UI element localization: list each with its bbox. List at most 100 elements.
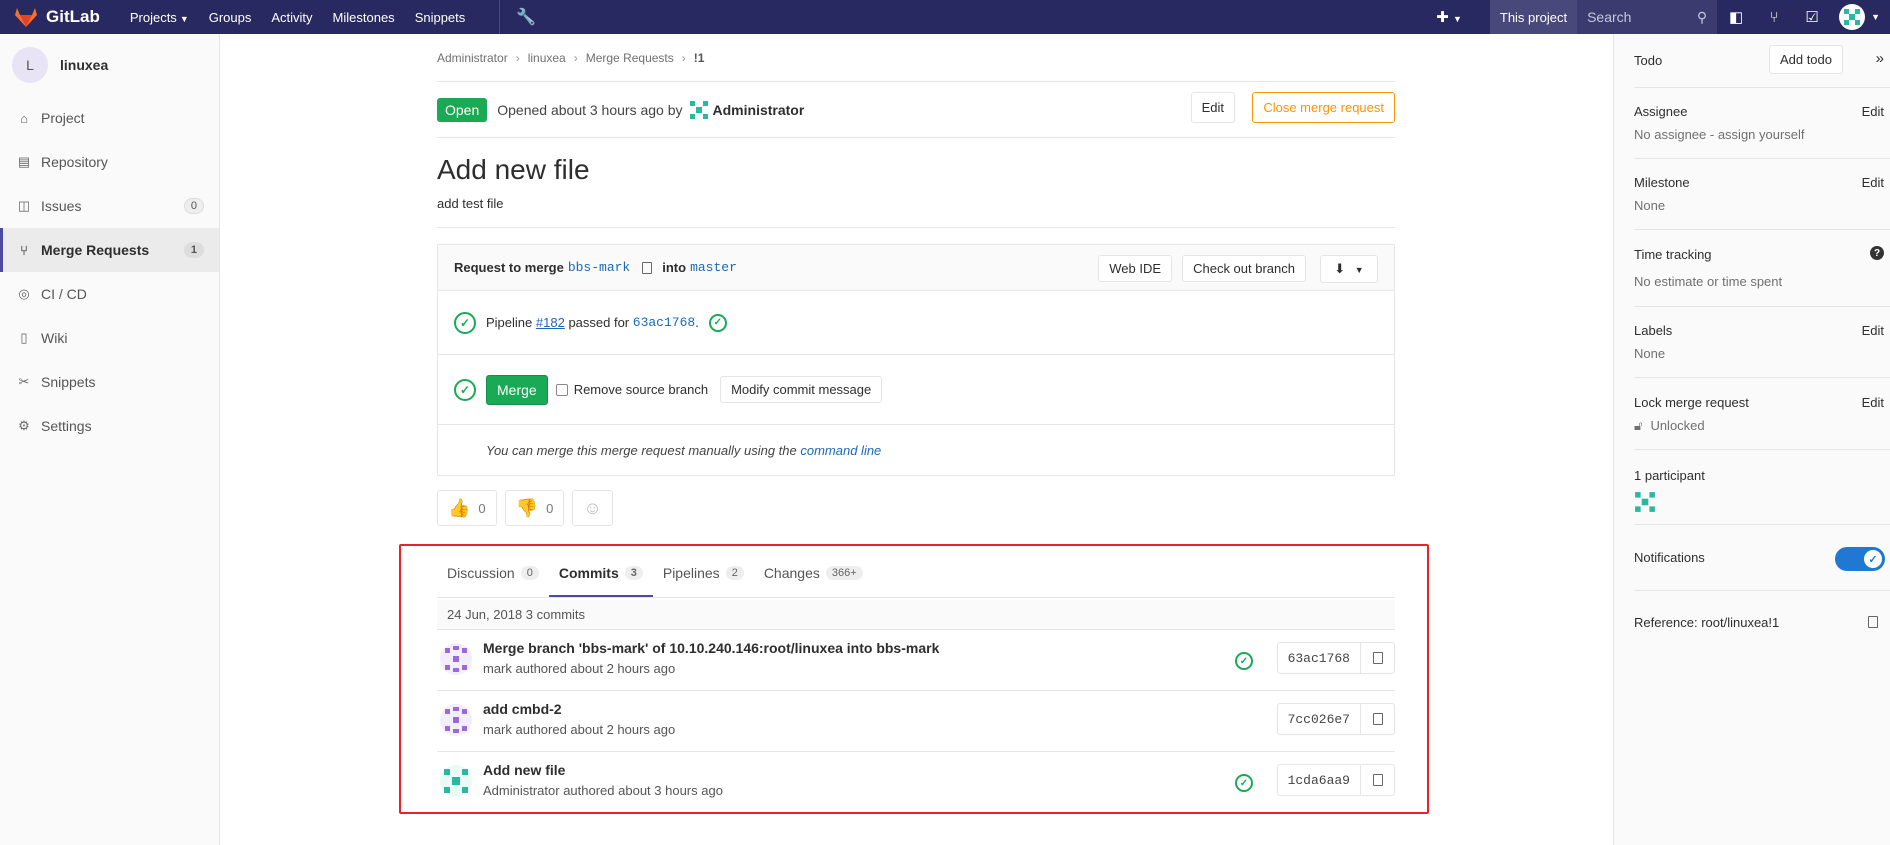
tab-commits[interactable]: Commits 3 [548, 565, 653, 597]
commit-author-avatar[interactable] [439, 764, 473, 798]
assignee-value[interactable]: No assignee - assign yourself [1634, 127, 1890, 142]
copy-icon[interactable] [642, 261, 653, 274]
target-branch[interactable]: master [690, 260, 737, 275]
nav-activity[interactable]: Activity [271, 10, 312, 25]
sidebar-item-issues[interactable]: ◫ Issues 0 [0, 184, 219, 228]
breadcrumb-item[interactable]: Merge Requests [586, 51, 674, 65]
checkout-branch-button[interactable]: Check out branch [1182, 255, 1306, 282]
source-branch[interactable]: bbs-mark [568, 260, 630, 275]
lock-edit-link[interactable]: Edit [1862, 395, 1884, 410]
tab-pipelines[interactable]: Pipelines 2 [653, 565, 754, 597]
merge-widget: Request to merge bbs-mark into master We… [437, 244, 1395, 476]
nav-projects[interactable]: Projects ▼ [130, 10, 189, 25]
pipeline-link[interactable]: #182 [536, 315, 565, 330]
nav-groups[interactable]: Groups [209, 10, 252, 25]
thumbs-up-button[interactable]: 👍 0 [437, 490, 497, 526]
admin-wrench-icon[interactable]: 🔧 [499, 0, 536, 34]
new-dropdown-button[interactable]: ✚ ▼ [1436, 8, 1462, 26]
todos-nav-icon[interactable]: ☑ [1793, 8, 1831, 26]
tab-changes[interactable]: Changes 366+ [754, 565, 873, 597]
merge-requests-nav-icon[interactable]: ⑂ [1755, 9, 1793, 26]
lock-open-icon: 🔓︎ [1634, 418, 1643, 433]
sidebar-item-settings[interactable]: ⚙ Settings [0, 404, 219, 448]
command-line-link[interactable]: command line [800, 443, 881, 458]
participant-avatar[interactable] [1634, 491, 1656, 513]
sidebar-item-repository[interactable]: ▤ Repository [0, 140, 219, 184]
sidebar-item-project[interactable]: ⌂ Project [0, 96, 219, 140]
edit-button[interactable]: Edit [1190, 92, 1235, 123]
project-avatar: L [12, 47, 48, 83]
commit-title[interactable]: Merge branch 'bbs-mark' of 10.10.240.146… [483, 640, 939, 656]
lock-label: Lock merge request [1634, 395, 1749, 410]
breadcrumb-item[interactable]: linuxea [528, 51, 566, 65]
sidebar-item-ci-cd[interactable]: ◎ CI / CD [0, 272, 219, 316]
hint-text: You can merge this merge request manuall… [486, 442, 797, 458]
copy-sha-button[interactable] [1360, 764, 1395, 796]
commit-title[interactable]: add cmbd-2 [483, 701, 562, 717]
commit-sha[interactable]: 7cc026e7 [1276, 703, 1361, 735]
search-scope[interactable]: This project [1489, 0, 1578, 34]
close-merge-request-button[interactable]: Close merge request [1252, 92, 1395, 123]
assignee-block: Assignee Edit No assignee - assign yours… [1634, 88, 1890, 159]
labels-value: None [1634, 346, 1666, 361]
author-avatar[interactable] [689, 100, 709, 120]
commit-pipeline-passed-icon[interactable]: ✓ [1235, 774, 1253, 792]
request-prefix: Request to merge [454, 260, 564, 275]
participants-block: 1 participant [1634, 450, 1890, 525]
copy-sha-button[interactable] [1360, 703, 1395, 735]
commit-author-avatar[interactable] [439, 703, 473, 737]
user-avatar[interactable] [1839, 4, 1866, 30]
commit-sha[interactable]: 63ac1768 [1276, 642, 1361, 674]
milestone-value: None [1634, 198, 1666, 213]
commit-row: Merge branch 'bbs-mark' of 10.10.240.146… [437, 630, 1395, 691]
manual-merge-hint: You can merge this merge request manuall… [438, 425, 1394, 475]
author-link[interactable]: Administrator [713, 102, 805, 118]
breadcrumb-item[interactable]: Administrator [437, 51, 508, 65]
commit-title[interactable]: Add new file [483, 762, 565, 778]
modify-commit-message-button[interactable]: Modify commit message [720, 376, 883, 403]
thumbs-up-icon: 👍 [448, 497, 471, 518]
notifications-toggle[interactable]: ✓ [1835, 547, 1885, 571]
merge-button[interactable]: Merge [486, 374, 548, 405]
sidebar-toggle-icon[interactable]: ◧ [1717, 8, 1755, 26]
sidebar-item-wiki[interactable]: ▯ Wiki [0, 316, 219, 360]
nav-milestones[interactable]: Milestones [333, 10, 395, 25]
web-ide-button[interactable]: Web IDE [1098, 255, 1172, 282]
chevron-down-icon[interactable]: ▼ [1871, 12, 1880, 22]
commit-sha[interactable]: 1cda6aa9 [1276, 764, 1361, 796]
milestone-edit-link[interactable]: Edit [1862, 175, 1884, 190]
pipeline-commit-link[interactable]: 63ac1768 [633, 315, 695, 330]
tab-discussion[interactable]: Discussion 0 [437, 565, 549, 597]
copy-sha-button[interactable] [1360, 642, 1395, 674]
search-input[interactable]: Search ⚲ [1577, 0, 1718, 34]
sidebar-item-merge-requests[interactable]: ⑂ Merge Requests 1 [0, 228, 219, 272]
issues-icon: ◫ [17, 198, 31, 213]
assignee-label: Assignee [1634, 104, 1688, 119]
remove-source-checkbox[interactable] [555, 383, 568, 396]
remove-source-label[interactable]: Remove source branch [574, 382, 708, 397]
labels-edit-link[interactable]: Edit [1862, 323, 1884, 338]
commit-author-avatar[interactable] [439, 642, 473, 676]
ready-to-merge-icon: ✓ [454, 378, 476, 401]
brand-name: GitLab [46, 7, 100, 26]
sidebar-item-snippets[interactable]: ✂ Snippets [0, 360, 219, 404]
thumbs-down-button[interactable]: 👎 0 [504, 490, 565, 526]
rocket-icon: ◎ [18, 286, 30, 301]
breadcrumb-current[interactable]: !1 [694, 51, 705, 65]
nav-snippets[interactable]: Snippets [415, 10, 466, 25]
collapse-sidebar-icon[interactable]: » [1876, 50, 1884, 67]
add-emoji-button[interactable]: ☺ [572, 490, 613, 526]
project-header[interactable]: L linuxea [0, 34, 219, 96]
commit-meta: mark authored about 2 hours ago [483, 661, 676, 676]
copy-icon[interactable] [1868, 616, 1878, 628]
reference-block: Reference: root/linuxea!1 [1634, 591, 1890, 651]
add-todo-button[interactable]: Add todo [1768, 45, 1843, 74]
pipeline-passed-icon[interactable]: ✓ [454, 311, 476, 334]
mini-pipeline-stage-icon[interactable]: ✓ [708, 313, 727, 332]
right-sidebar: Todo Add todo » Assignee Edit No assigne… [1613, 34, 1890, 845]
help-icon[interactable]: ? [1870, 246, 1884, 260]
download-dropdown-button[interactable]: ⬇ ▼ [1320, 255, 1378, 283]
assignee-edit-link[interactable]: Edit [1862, 104, 1884, 119]
commit-pipeline-passed-icon[interactable]: ✓ [1235, 652, 1253, 670]
gitlab-home-link[interactable]: GitLab [14, 6, 100, 28]
